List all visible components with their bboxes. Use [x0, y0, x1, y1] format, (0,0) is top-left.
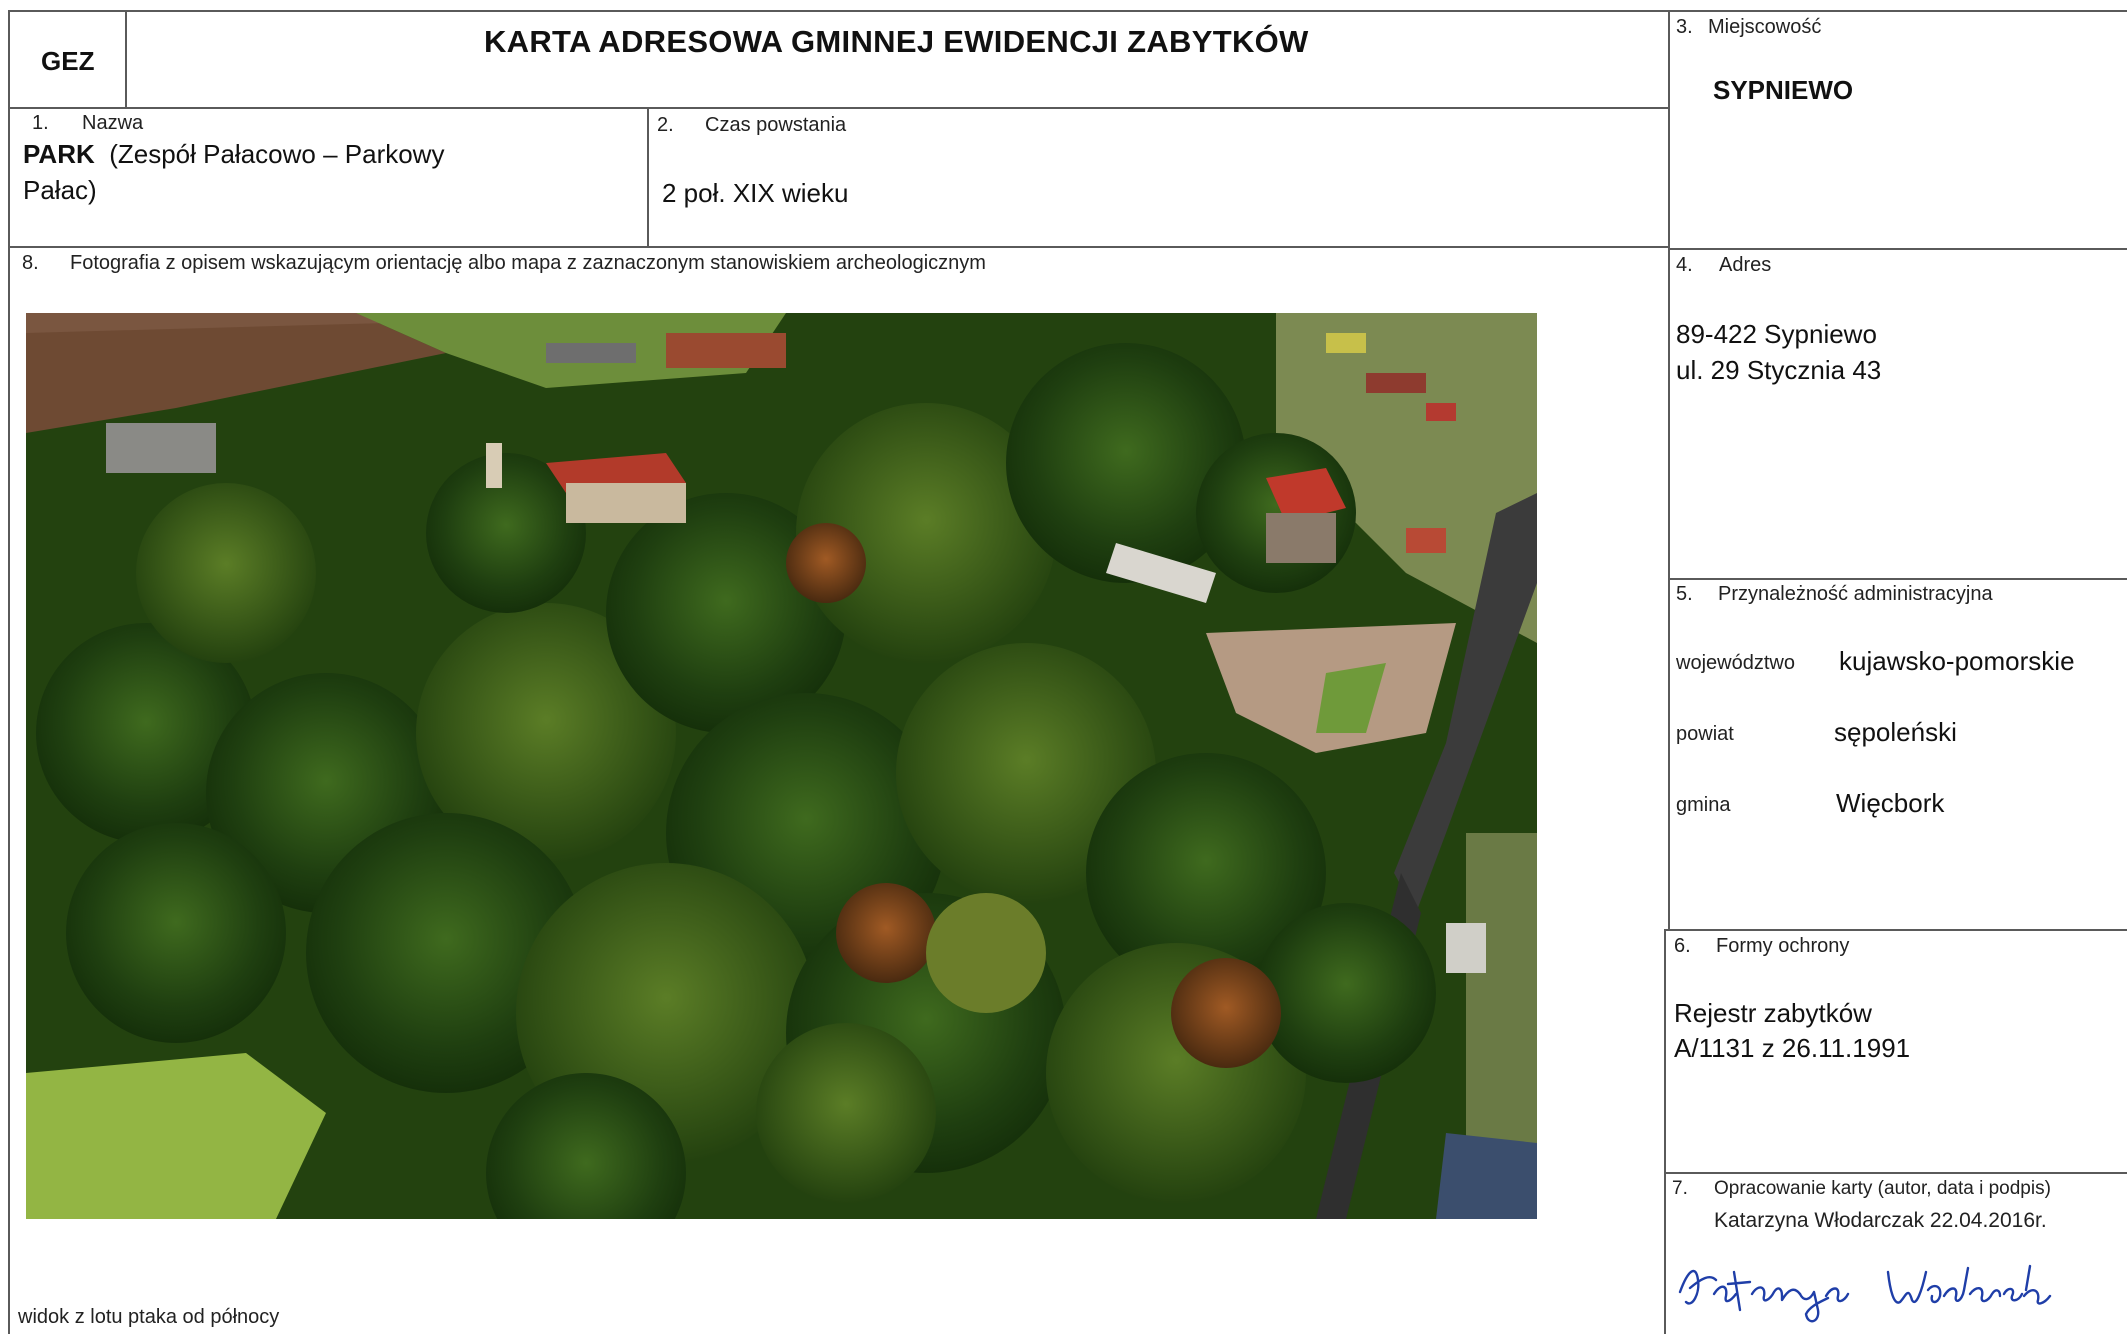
address-label: Adres: [1719, 254, 1772, 276]
date-label: Czas powstania: [705, 114, 847, 136]
date-number: 2.: [657, 114, 674, 136]
name-value-detail: (Zespół Pałacowo – Parkowy: [109, 139, 445, 169]
author-label: Opracowanie karty (autor, data i podpis): [1714, 1178, 2051, 1199]
card-title: KARTA ADRESOWA GMINNEJ EWIDENCJI ZABYTKÓ…: [484, 24, 1309, 59]
name-number: 1.: [32, 112, 49, 134]
photo-label: Fotografia z opisem wskazującym orientac…: [70, 252, 986, 274]
address-line-2: ul. 29 Stycznia 43: [1676, 355, 1882, 385]
record-card: GEZ KARTA ADRESOWA GMINNEJ EWIDENCJI ZAB…: [8, 10, 2127, 1334]
name-label: Nazwa: [82, 112, 144, 134]
card-code: GEZ: [41, 46, 95, 76]
admin-voivodeship-key: województwo: [1676, 652, 1795, 674]
locality-value: SYPNIEWO: [1713, 75, 1854, 105]
protection-line-2: A/1131 z 26.11.1991: [1674, 1033, 1911, 1063]
author-signature: [1678, 1264, 2052, 1323]
name-value-line2: Pałac): [23, 175, 97, 205]
admin-label: Przynależność administracyjna: [1718, 583, 1993, 605]
admin-county-value: sępoleński: [1834, 717, 1957, 747]
protection-number: 6.: [1674, 935, 1691, 957]
name-value: PARK (Zespół Pałacowo – Parkowy: [23, 139, 444, 170]
aerial-photo: [26, 313, 1537, 1219]
date-value: 2 poł. XIX wieku: [662, 178, 849, 208]
protection-label: Formy ochrony: [1716, 935, 1850, 957]
locality-number: 3.: [1676, 16, 1693, 38]
address-line-1: 89-422 Sypniewo: [1676, 319, 1877, 349]
admin-county-key: powiat: [1676, 723, 1734, 745]
aerial-photo-image: [26, 313, 1537, 1219]
author-value: Katarzyna Włodarczak 22.04.2016r.: [1714, 1209, 2047, 1232]
admin-voivodeship-value: kujawsko-pomorskie: [1839, 646, 2075, 676]
photo-caption: widok z lotu ptaka od północy: [18, 1306, 280, 1328]
address-number: 4.: [1676, 254, 1693, 276]
name-value-main: PARK: [23, 139, 95, 169]
author-number: 7.: [1672, 1178, 1688, 1199]
protection-line-1: Rejestr zabytków: [1674, 998, 1872, 1028]
locality-label: Miejscowość: [1708, 16, 1822, 38]
photo-number: 8.: [22, 252, 39, 274]
admin-commune-value: Więcbork: [1836, 788, 1945, 818]
admin-commune-key: gmina: [1676, 794, 1731, 816]
admin-number: 5.: [1676, 583, 1693, 605]
